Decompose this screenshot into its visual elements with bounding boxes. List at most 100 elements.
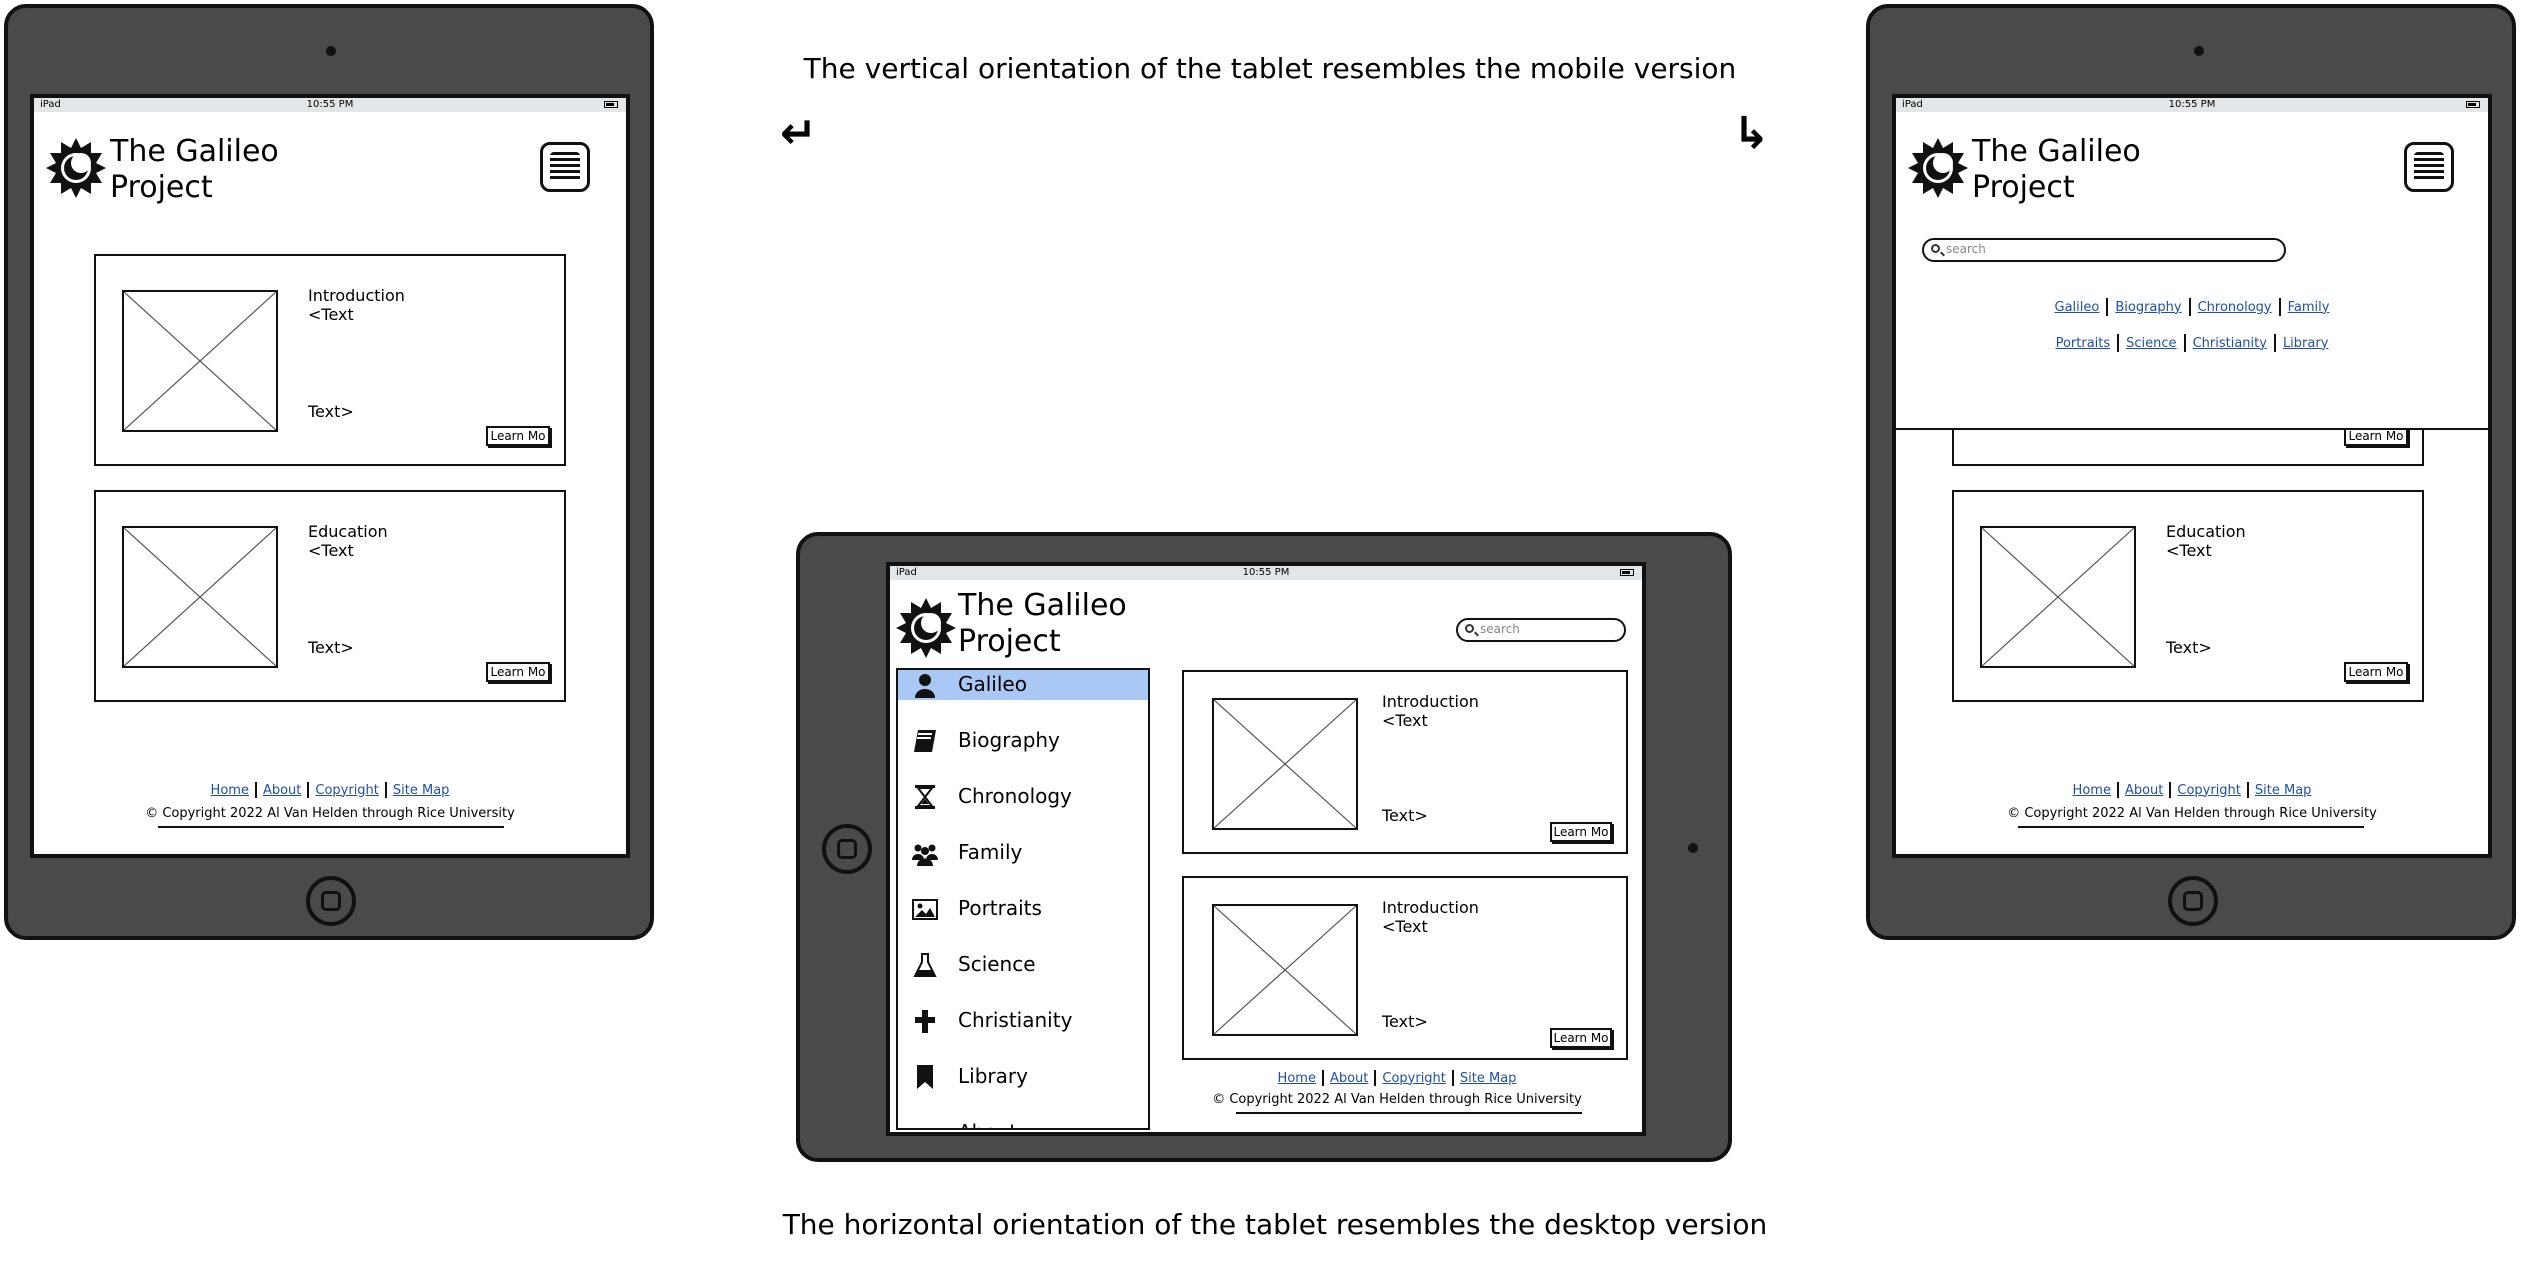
learn-more-button[interactable]: Learn Mo (1550, 822, 1612, 842)
site-title[interactable]: The Galileo Project (1972, 134, 2141, 206)
card-text-end: Text> (308, 638, 354, 657)
footer-link-site-map[interactable]: Site Map (2249, 783, 2318, 798)
menu-link-biography[interactable]: Biography (2108, 300, 2188, 315)
menu-link-family[interactable]: Family (2281, 300, 2337, 315)
content-card: Education <Text Text> Learn Mo (1952, 490, 2424, 702)
card-text-end: Text> (2166, 638, 2212, 657)
home-button[interactable] (2168, 876, 2218, 926)
galileo-sun-logo-icon[interactable] (44, 136, 108, 200)
footer-link-copyright[interactable]: Copyright (1376, 1071, 1452, 1086)
sidebar-item-portraits[interactable]: Portraits (898, 894, 1148, 924)
content-card: Education <Text Text> Learn Mo (94, 490, 566, 702)
search-icon (1465, 624, 1474, 633)
tablet-camera (326, 46, 336, 56)
family-icon (912, 844, 938, 866)
galileo-sun-logo-icon[interactable] (894, 596, 958, 660)
return-arrow-right-icon: ↳ (1733, 108, 1770, 159)
horizontal-caption: The horizontal orientation of the tablet… (782, 1208, 1768, 1241)
image-placeholder (1212, 904, 1358, 1036)
card-text-start: <Text (308, 305, 354, 324)
card-text-start: <Text (308, 541, 354, 560)
search-icon (1931, 244, 1940, 253)
footer-link-about[interactable]: About (2119, 783, 2169, 798)
footer-link-about[interactable]: About (257, 783, 307, 798)
learn-more-button[interactable]: Learn Mo (2344, 662, 2408, 682)
image-placeholder (1212, 698, 1358, 830)
sidebar-item-library[interactable]: Library (898, 1062, 1148, 1092)
copyright-text: © Copyright 2022 Al Van Helden through R… (2007, 806, 2377, 821)
person-icon (915, 674, 935, 698)
battery-icon (1620, 569, 1634, 576)
sidebar-item-science[interactable]: Science (898, 950, 1148, 980)
sidebar-item-galileo[interactable]: Galileo (898, 670, 1148, 700)
search-input[interactable]: search (1456, 618, 1626, 642)
status-bar: iPad 10:55 PM (890, 566, 1642, 580)
status-bar: iPad 10:55 PM (34, 98, 626, 112)
menu-link-christianity[interactable]: Christianity (2186, 336, 2274, 351)
card-text-start: <Text (2166, 541, 2212, 560)
card-text-end: Text> (308, 402, 354, 421)
tablet-camera (2194, 46, 2204, 56)
status-time: 10:55 PM (2168, 99, 2216, 110)
site-title[interactable]: The Galileo Project (958, 588, 1127, 660)
card-heading: Education (308, 522, 388, 541)
menu-link-chronology[interactable]: Chronology (2191, 300, 2279, 315)
learn-more-button[interactable]: Learn Mo (486, 426, 550, 446)
tablet-screen: iPad 10:55 PM The Galileo Project Introd… (30, 94, 630, 858)
footer-link-home[interactable]: Home (2067, 783, 2117, 798)
home-button[interactable] (822, 824, 872, 874)
card-heading: Introduction (1382, 898, 1479, 917)
divider (158, 826, 504, 828)
book-icon (914, 730, 936, 752)
status-time: 10:55 PM (1242, 567, 1290, 578)
sidebar-item-christianity[interactable]: Christianity (898, 1006, 1148, 1036)
learn-more-button[interactable]: Learn Mo (486, 662, 550, 682)
sidebar-item-family[interactable]: Family (898, 838, 1148, 868)
tablet-screen: iPad 10:55 PM Learn Mo Education <Text T… (1892, 94, 2492, 858)
status-bar: iPad 10:55 PM (1896, 98, 2488, 112)
menu-link-science[interactable]: Science (2119, 336, 2183, 351)
sidebar-item-chronology[interactable]: Chronology (898, 782, 1148, 812)
sidebar-item-biography[interactable]: Biography (898, 726, 1148, 756)
hamburger-menu-icon[interactable] (2404, 142, 2454, 192)
card-heading: Education (2166, 522, 2246, 541)
footer-link-copyright[interactable]: Copyright (309, 783, 385, 798)
tablet-screen: iPad 10:55 PM The Galileo Project search… (886, 562, 1646, 1136)
menu-link-galileo[interactable]: Galileo (2048, 300, 2107, 315)
footer-link-site-map[interactable]: Site Map (1454, 1071, 1523, 1086)
home-button[interactable] (306, 876, 356, 926)
bookmark-icon (917, 1065, 933, 1089)
tablet-camera (1688, 843, 1698, 853)
copyright-text: © Copyright 2022 Al Van Helden through R… (145, 806, 515, 821)
picture-icon (912, 899, 938, 920)
sidebar-nav: Galileo Biography Chronology Family Port… (896, 668, 1150, 1130)
image-placeholder (1980, 526, 2136, 668)
footer-link-home[interactable]: Home (205, 783, 255, 798)
image-placeholder (122, 290, 278, 432)
footer-link-copyright[interactable]: Copyright (2171, 783, 2247, 798)
hourglass-icon (915, 785, 935, 809)
galileo-sun-logo-icon[interactable] (1906, 136, 1970, 200)
portrait-tablet-right: iPad 10:55 PM Learn Mo Education <Text T… (1866, 4, 2516, 940)
hamburger-menu-icon[interactable] (540, 142, 590, 192)
return-arrow-left-icon: ↵ (780, 108, 817, 159)
menu-link-library[interactable]: Library (2276, 336, 2335, 351)
card-text-start: <Text (1382, 917, 1428, 936)
card-heading: Introduction (308, 286, 405, 305)
menu-links-row-2: Portraits Science Christianity Library (1896, 334, 2488, 352)
menu-links-row-1: Galileo Biography Chronology Family (1896, 298, 2488, 316)
menu-link-portraits[interactable]: Portraits (2049, 336, 2118, 351)
footer-link-about[interactable]: About (1324, 1071, 1374, 1086)
learn-more-button[interactable]: Learn Mo (1550, 1028, 1612, 1048)
site-title[interactable]: The Galileo Project (110, 134, 279, 206)
search-input[interactable]: search (1922, 238, 2286, 262)
sidebar-item-about[interactable]: About (898, 1118, 1148, 1128)
menu-panel: The Galileo Project search Galileo Biogra… (1896, 112, 2488, 430)
footer-link-site-map[interactable]: Site Map (387, 783, 456, 798)
card-text-start: <Text (1382, 711, 1428, 730)
footer-link-home[interactable]: Home (1272, 1071, 1322, 1086)
vertical-caption: The vertical orientation of the tablet r… (803, 52, 1737, 85)
divider (1236, 1112, 1582, 1114)
content-card: Introduction <Text Text> Learn Mo (1182, 670, 1628, 854)
content-card: Introduction <Text Text> Learn Mo (1182, 876, 1628, 1060)
